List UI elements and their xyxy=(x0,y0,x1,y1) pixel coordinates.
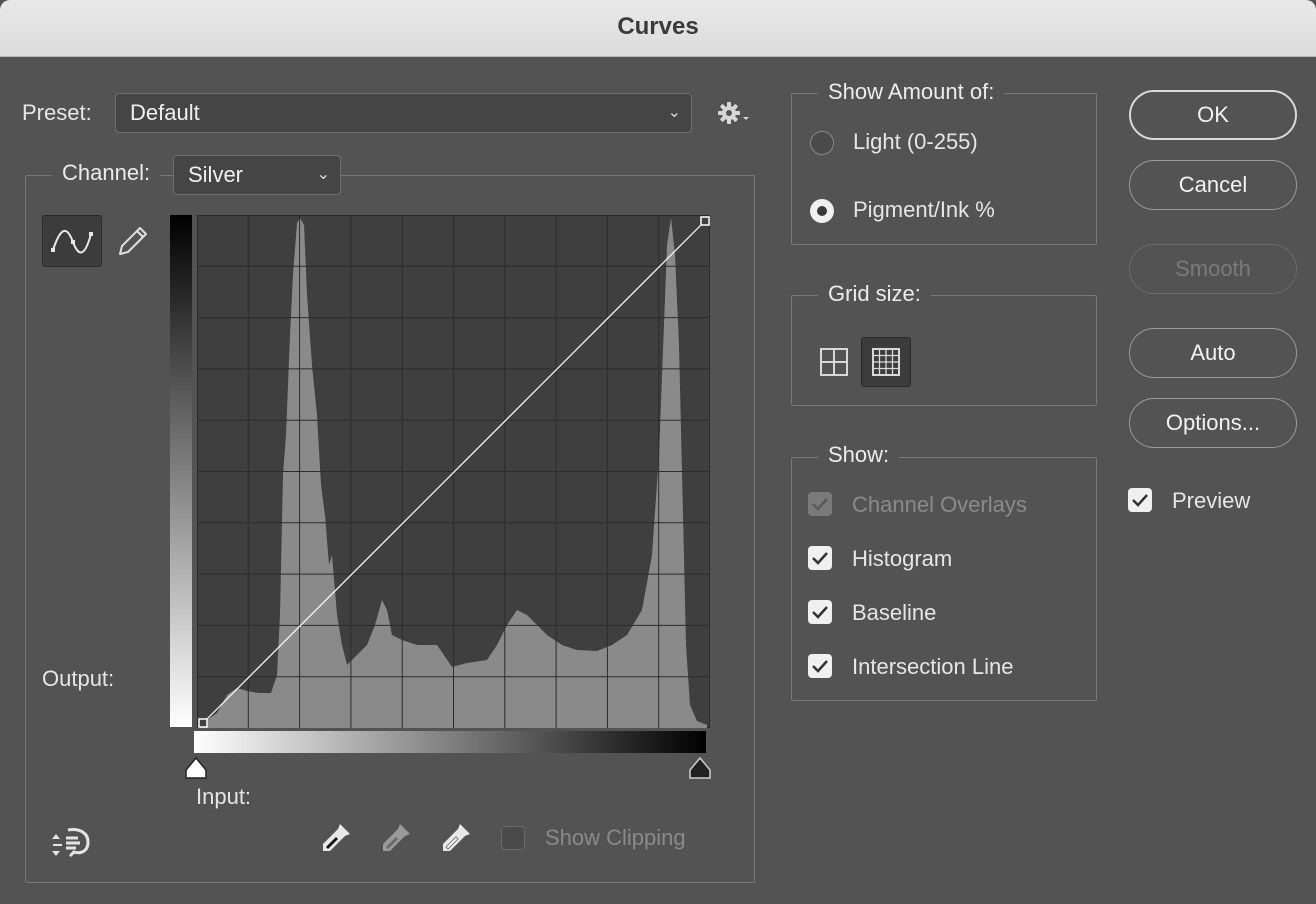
channel-overlays-checkbox[interactable] xyxy=(808,492,832,516)
white-eyedropper-icon[interactable] xyxy=(438,820,474,856)
preset-dropdown[interactable]: Default ⌄ xyxy=(115,93,692,133)
show-clipping-label: Show Clipping xyxy=(545,825,686,850)
ok-button[interactable]: OK xyxy=(1129,90,1297,140)
smooth-button[interactable]: Smooth xyxy=(1129,244,1297,294)
input-gradient-bar xyxy=(194,731,706,753)
window-title: Curves xyxy=(617,13,699,40)
curve-point-black xyxy=(198,718,208,728)
channel-label: Channel: xyxy=(52,160,161,186)
light-label: Light (0-255) xyxy=(853,129,978,154)
gear-icon[interactable] xyxy=(716,100,752,126)
intersection-line-label: Intersection Line xyxy=(852,654,1014,679)
title-bar: Curves xyxy=(0,0,1316,57)
preview-checkbox[interactable] xyxy=(1128,488,1152,512)
white-point-slider[interactable] xyxy=(183,756,209,782)
curve-tool-icon[interactable] xyxy=(42,215,102,267)
show-amount-title: Show Amount of: xyxy=(818,79,1005,105)
options-button[interactable]: Options... xyxy=(1129,398,1297,448)
detailed-grid-icon[interactable] xyxy=(861,337,911,387)
auto-button[interactable]: Auto xyxy=(1129,328,1297,378)
cancel-button[interactable]: Cancel xyxy=(1129,160,1297,210)
simple-grid-icon[interactable] xyxy=(812,340,856,384)
black-point-slider[interactable] xyxy=(687,756,713,782)
output-label: Output: xyxy=(42,666,115,691)
grid-size-title: Grid size: xyxy=(818,281,931,307)
show-title: Show: xyxy=(818,442,900,468)
preset-value: Default xyxy=(130,100,200,125)
preview-label: Preview xyxy=(1172,488,1251,513)
chevron-down-icon: ⌄ xyxy=(667,104,681,121)
pigment-ink-radio[interactable] xyxy=(810,199,834,223)
preset-label: Preset: xyxy=(22,100,92,125)
gray-eyedropper-icon[interactable] xyxy=(378,820,414,856)
histogram-label: Histogram xyxy=(852,546,953,571)
pencil-icon[interactable] xyxy=(114,222,150,260)
curves-graph[interactable] xyxy=(196,214,711,729)
show-clipping-checkbox[interactable] xyxy=(501,826,525,850)
pigment-ink-label: Pigment/Ink % xyxy=(853,197,995,222)
on-image-adjustment-icon[interactable] xyxy=(50,822,94,862)
chevron-down-icon: ⌄ xyxy=(316,166,330,183)
light-radio[interactable] xyxy=(810,131,834,155)
baseline-label: Baseline xyxy=(852,600,937,625)
input-label: Input: xyxy=(196,784,252,809)
histogram-checkbox[interactable] xyxy=(808,546,832,570)
channel-value: Silver xyxy=(188,162,244,187)
intersection-line-checkbox[interactable] xyxy=(808,654,832,678)
channel-overlays-label: Channel Overlays xyxy=(852,492,1027,517)
black-eyedropper-icon[interactable] xyxy=(318,820,354,856)
output-gradient-bar xyxy=(170,215,192,727)
baseline-checkbox[interactable] xyxy=(808,600,832,624)
curve-point-white xyxy=(700,216,710,226)
channel-dropdown[interactable]: Silver ⌄ xyxy=(173,155,341,195)
